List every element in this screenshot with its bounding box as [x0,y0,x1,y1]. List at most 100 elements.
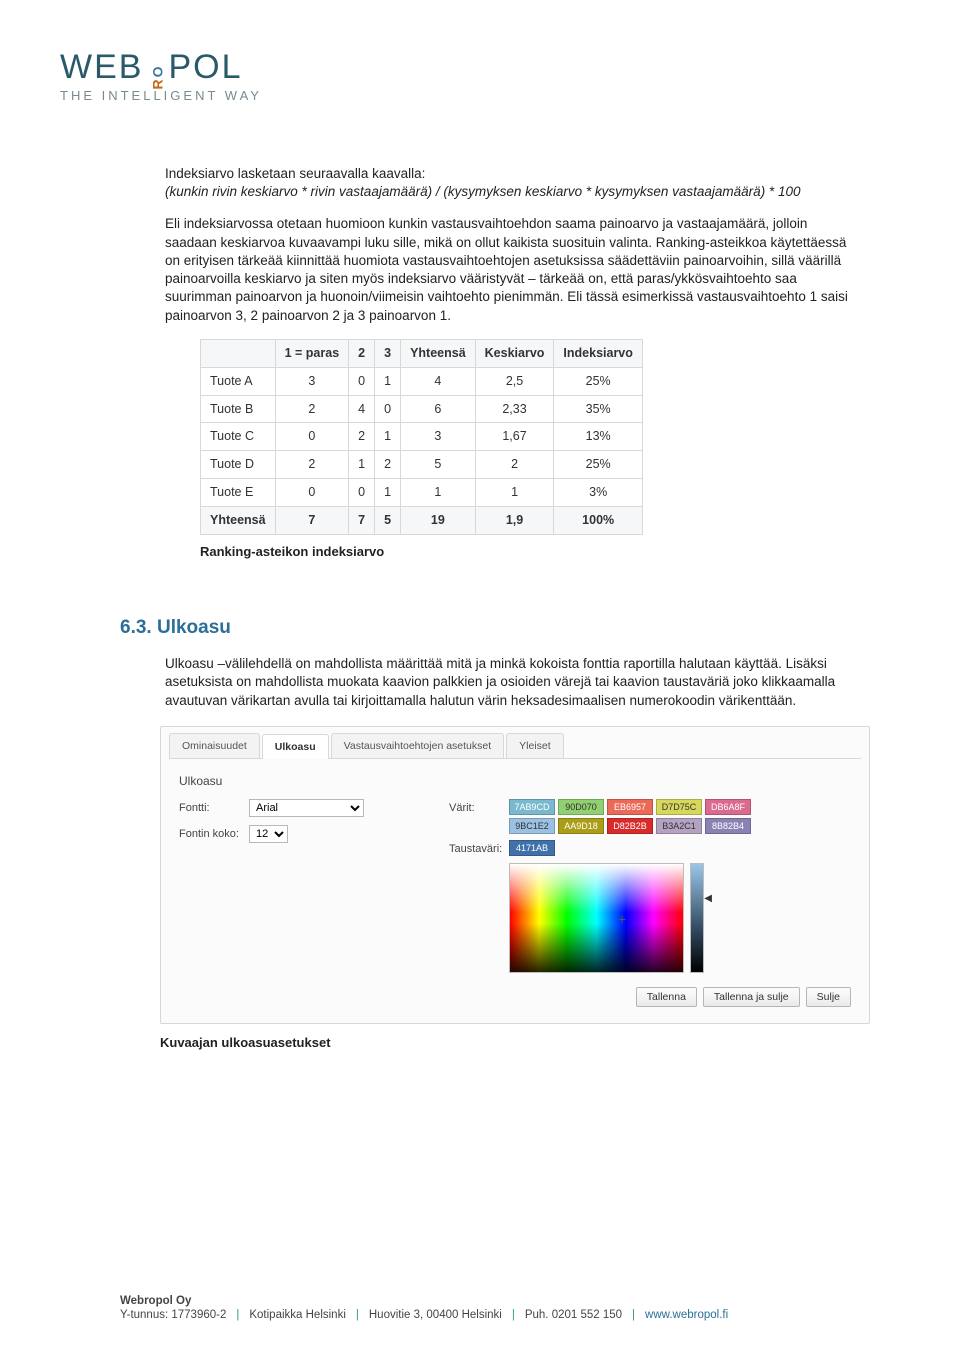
panel-body: Ulkoasu Fontti: Arial Fontin koko: 1 [169,759,861,1013]
table-row: Tuote B24062,3335% [201,395,643,423]
colors-label: Värit: [449,799,509,816]
table-cell: 3% [554,479,642,507]
color-swatch[interactable]: 8B82B4 [705,818,751,834]
color-swatch[interactable]: 90D070 [558,799,604,815]
table-header: 1 = paras [275,339,349,367]
color-swatch[interactable]: DB6A8F [705,799,751,815]
table-cell: 1 [375,423,401,451]
section-heading: 6.3. Ulkoasu [120,615,855,641]
panel-tabs: OminaisuudetUlkoasuVastausvaihtoehtojen … [169,733,861,759]
tab-yleiset[interactable]: Yleiset [506,733,564,758]
table-cell: 6 [401,395,476,423]
main-content: Indeksiarvo lasketaan seuraavalla kaaval… [165,165,855,1052]
table-cell: 1 [475,479,554,507]
table-cell: 0 [375,395,401,423]
table-cell: 1,67 [475,423,554,451]
luminance-slider[interactable]: ◀ [690,863,704,973]
table-header [201,339,276,367]
table-cell: 100% [554,507,642,535]
table-cell: Tuote E [201,479,276,507]
table-cell: Yhteensä [201,507,276,535]
logo-tagline: THE INTELLIGENT WAY [60,88,262,103]
color-swatch[interactable]: 9BC1E2 [509,818,555,834]
table-cell: 7 [349,507,375,535]
footer-separator: | [632,1309,635,1321]
table-header: 3 [375,339,401,367]
table-total-row: Yhteensä775191,9100% [201,507,643,535]
color-swatch[interactable]: 7AB9CD [509,799,555,815]
tallenna-ja-sulje-button[interactable]: Tallenna ja sulje [703,987,800,1007]
color-swatch[interactable]: AA9D18 [558,818,604,834]
table-cell: Tuote C [201,423,276,451]
color-swatch[interactable]: B3A2C1 [656,818,702,834]
color-swatch[interactable]: EB6957 [607,799,653,815]
section-body: Ulkoasu –välilehdellä on mahdollista mää… [165,655,855,710]
table-cell: 25% [554,451,642,479]
tab-vastausvaihtoehtojen-asetukset[interactable]: Vastausvaihtoehtojen asetukset [331,733,505,758]
appearance-panel: OminaisuudetUlkoasuVastausvaihtoehtojen … [160,726,870,1024]
section-title: Ulkoasu [157,617,231,638]
table-cell: 13% [554,423,642,451]
panel-caption: Kuvaajan ulkoasuasetukset [160,1034,855,1052]
table-cell: 3 [275,367,349,395]
table-cell: 2 [349,423,375,451]
table-cell: 25% [554,367,642,395]
paragraph-formula: Indeksiarvo lasketaan seuraavalla kaaval… [165,165,855,201]
tab-ominaisuudet[interactable]: Ominaisuudet [169,733,260,758]
table-cell: 3 [401,423,476,451]
formula-intro: Indeksiarvo lasketaan seuraavalla kaaval… [165,166,425,181]
bg-color-label: Taustaväri: [449,840,509,857]
footer-city: Kotipaikka Helsinki [249,1309,346,1321]
tallenna-button[interactable]: Tallenna [636,987,697,1007]
footer-address: Huovitie 3, 00400 Helsinki [369,1309,502,1321]
color-gradient[interactable]: + [509,863,684,973]
tab-ulkoasu[interactable]: Ulkoasu [262,734,329,759]
picker-crosshair-icon: + [618,910,626,929]
table-cell: 2 [275,451,349,479]
table-caption: Ranking-asteikon indeksiarvo [200,543,855,561]
table-cell: 1 [349,451,375,479]
table-cell: Tuote B [201,395,276,423]
table-cell: 1,9 [475,507,554,535]
footer-separator: | [512,1309,515,1321]
color-swatch[interactable]: D82B2B [607,818,653,834]
ranking-table: 1 = paras23YhteensäKeskiarvoIndeksiarvo … [200,339,643,535]
font-label: Fontti: [179,801,249,816]
formula-expression: (kunkin rivin keskiarvo * rivin vastaaja… [165,184,800,199]
table-cell: Tuote D [201,451,276,479]
ranking-table-wrap: 1 = paras23YhteensäKeskiarvoIndeksiarvo … [200,339,855,535]
bg-swatch-wrap: 4171AB [509,840,769,856]
font-select[interactable]: Arial [249,799,364,817]
font-size-select[interactable]: 12 [249,825,288,843]
table-row: Tuote C02131,6713% [201,423,643,451]
logo-text-pol: POL [168,50,242,84]
sulje-button[interactable]: Sulje [806,987,851,1007]
table-cell: 1 [375,479,401,507]
table-row: Tuote A30142,525% [201,367,643,395]
footer-separator: | [236,1309,239,1321]
bg-color-swatch[interactable]: 4171AB [509,840,555,856]
table-cell: 1 [401,479,476,507]
table-cell: 2 [375,451,401,479]
paragraph-explanation: Eli indeksiarvossa otetaan huomioon kunk… [165,215,855,324]
table-cell: 2 [475,451,554,479]
footer-url-link[interactable]: www.webropol.fi [645,1309,728,1321]
table-cell: 0 [275,479,349,507]
logo-text-web: WEB [60,50,143,84]
table-header: Indeksiarvo [554,339,642,367]
table-cell: 4 [401,367,476,395]
table-cell: 4 [349,395,375,423]
table-cell: 5 [375,507,401,535]
table-row: Tuote D2125225% [201,451,643,479]
panel-title: Ulkoasu [179,773,851,789]
page: WEB RO POL THE INTELLIGENT WAY Indeksiar… [0,0,960,1357]
table-cell: 2,33 [475,395,554,423]
slider-handle-icon: ◀ [704,892,712,906]
table-cell: 7 [275,507,349,535]
footer-phone: Puh. 0201 552 150 [525,1309,622,1321]
color-swatches: 7AB9CD90D070EB6957D7D75CDB6A8F 9BC1E2AA9D… [509,799,769,834]
logo-ro-icon: RO [151,64,165,89]
color-swatch[interactable]: D7D75C [656,799,702,815]
table-cell: 0 [349,367,375,395]
table-cell: 19 [401,507,476,535]
